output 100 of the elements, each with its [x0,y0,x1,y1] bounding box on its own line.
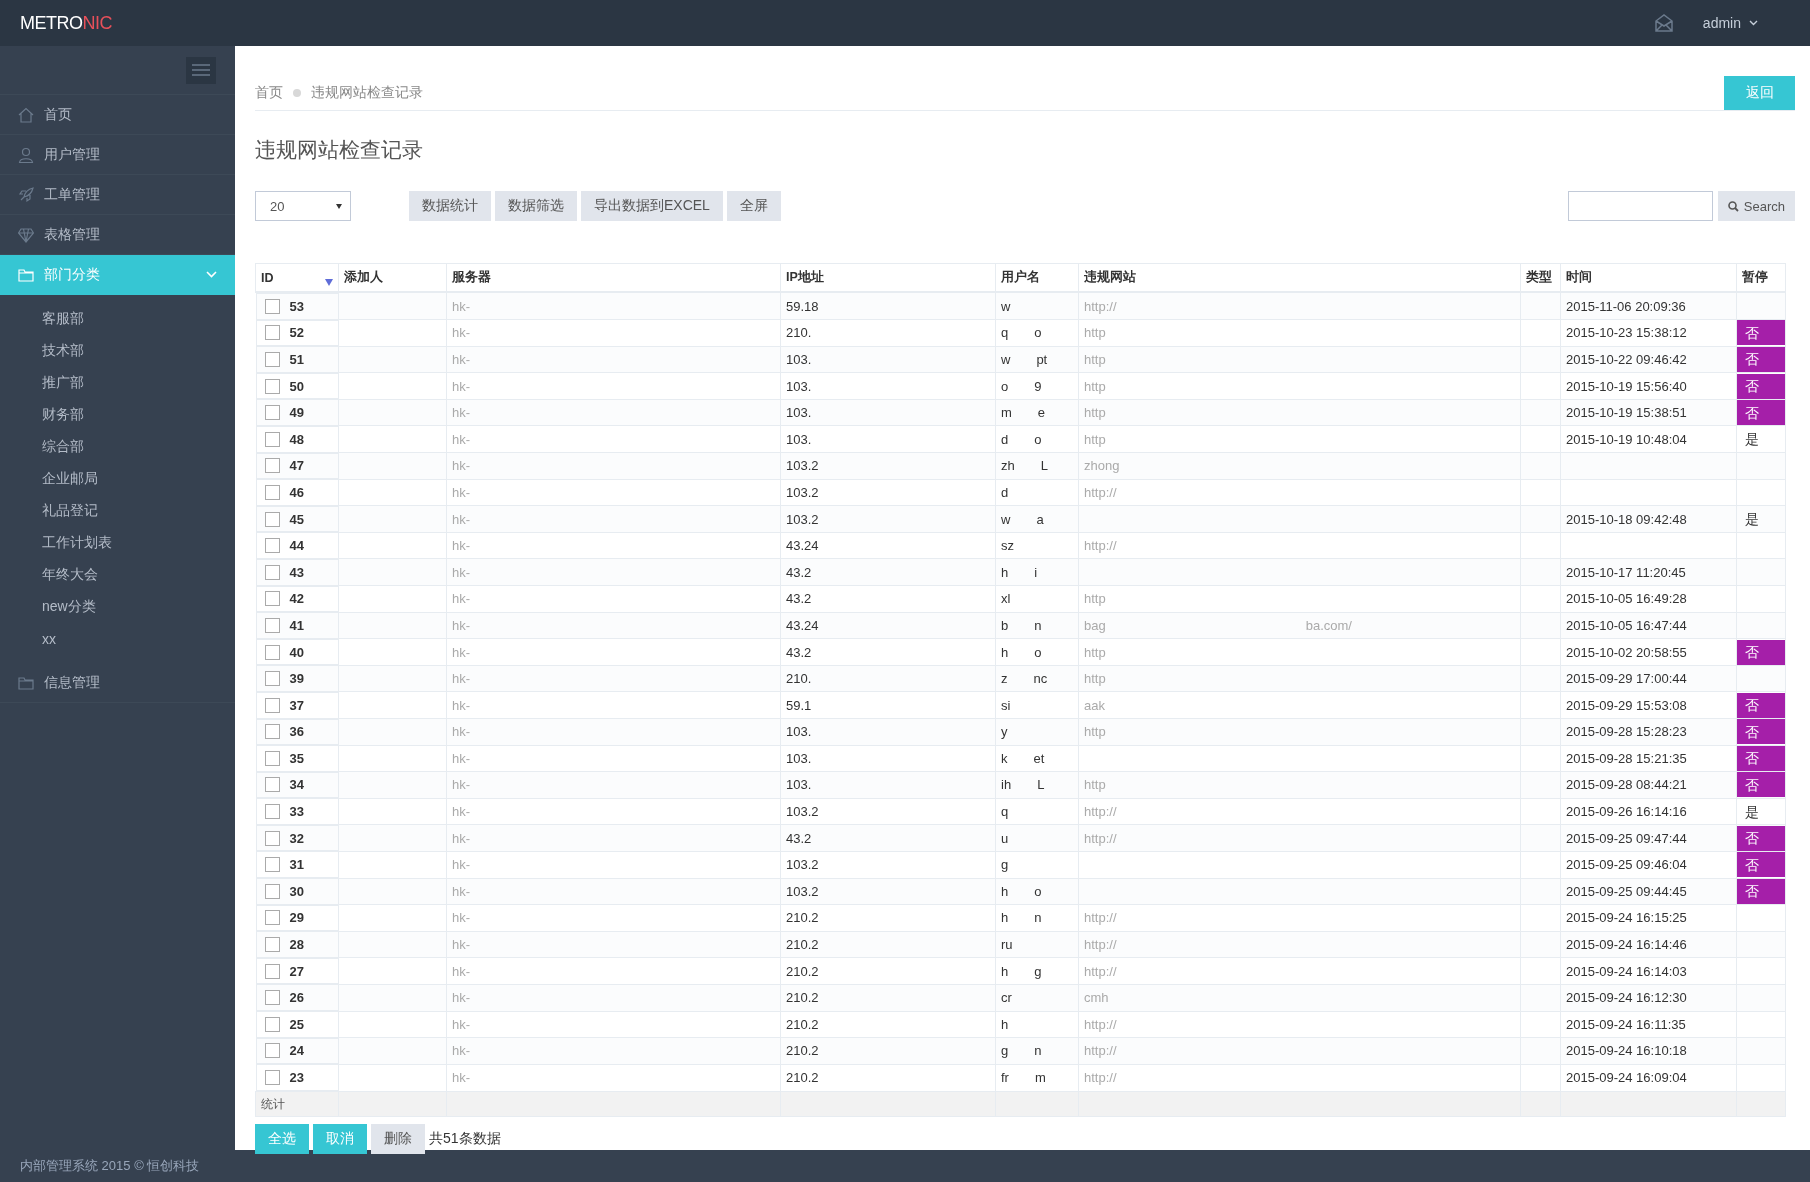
submenu-item[interactable]: 综合部 [0,431,84,463]
action-button[interactable]: 删除 [371,1124,425,1155]
submenu-item[interactable]: 企业邮局 [0,463,98,495]
envelope-icon[interactable] [1654,14,1673,32]
table-cell: m [1001,405,1012,421]
row-checkbox[interactable] [264,990,280,1006]
row-checkbox[interactable] [264,1016,280,1032]
record-count: 共51条数据 [429,1130,501,1149]
table-cell: 52 [289,325,304,341]
menu-icon[interactable] [186,56,216,84]
table-cell: hk- [452,617,471,633]
table-cell: 103. [786,750,812,766]
row-checkbox[interactable] [264,564,280,580]
status-label: 否 [1737,772,1785,798]
table-cell: hk- [452,484,471,500]
user-menu[interactable]: admin [1702,15,1758,31]
row-checkbox[interactable] [264,298,280,314]
row-checkbox[interactable] [264,458,280,474]
submenu-item[interactable]: xx [0,623,56,655]
table-cell: 2015-11-06 20:09:36 [1566,298,1686,314]
table-cell: hk- [452,724,471,740]
page-size-select[interactable]: 20 [255,191,351,221]
table-cell: 43 [289,564,304,580]
row-checkbox[interactable] [264,617,280,633]
status-label: 否 [1737,347,1785,372]
row-checkbox[interactable] [264,777,280,793]
table-cell: 40 [289,644,304,660]
submenu-item[interactable]: 工作计划表 [0,527,112,559]
row-checkbox[interactable] [264,484,280,500]
toolbar-button[interactable]: 数据筛选 [495,191,577,221]
table-cell: hk- [452,644,471,660]
table-cell: h [1001,1016,1009,1032]
row-checkbox[interactable] [264,963,280,979]
table-cell: 34 [289,777,304,793]
submenu-item[interactable]: 技术部 [0,335,84,367]
row-checkbox[interactable] [264,697,280,713]
row-checkbox[interactable] [264,883,280,899]
toolbar-button[interactable]: 导出数据到EXCEL [581,191,723,221]
row-checkbox[interactable] [264,325,280,341]
table-cell: http:// [1084,1016,1117,1032]
table-cell: 46 [289,484,304,500]
row-checkbox[interactable] [264,804,280,820]
row-checkbox[interactable] [264,591,280,607]
table-cell: http [1084,644,1106,660]
table-cell: 43.24 [786,538,819,554]
toolbar-button[interactable]: 全屏 [726,191,781,221]
table-cell: 210. [786,671,812,687]
row-checkbox[interactable] [264,830,280,846]
table-cell: 2015-09-28 08:44:21 [1566,777,1687,793]
table-cell: o [1034,644,1042,660]
breadcrumb-link[interactable]: 首页 [255,84,283,102]
table-cell: hk- [452,511,471,527]
table-cell: 2015-09-24 16:10:18 [1566,1043,1687,1059]
status-label: 是 [1744,510,1760,530]
logo: METRONIC [20,12,112,34]
row-checkbox[interactable] [264,405,280,421]
row-checkbox[interactable] [264,1043,280,1059]
table-cell: 103.2 [786,804,819,820]
table-cell: o [1034,431,1042,447]
table-cell: 26 [289,990,304,1006]
submenu-item[interactable]: 礼品登记 [0,495,98,527]
toolbar-button[interactable]: 数据统计 [409,191,491,221]
row-checkbox[interactable] [264,671,280,687]
folder-icon [18,266,34,283]
row-checkbox[interactable] [264,910,280,926]
table-cell: 2015-09-29 15:53:08 [1566,697,1687,713]
row-checkbox[interactable] [264,724,280,740]
row-checkbox[interactable] [264,857,280,873]
home-icon [18,106,34,123]
submenu-item[interactable]: new分类 [0,591,96,623]
row-checkbox[interactable] [264,644,280,660]
table-cell: http:// [1084,484,1117,500]
row-checkbox[interactable] [264,538,280,554]
submenu-item[interactable]: 客服部 [0,303,84,335]
table-cell: hk- [452,298,471,314]
table-cell: 43.2 [786,564,812,580]
table-cell: 2015-09-29 17:00:44 [1566,671,1687,687]
table-cell: sz [1001,538,1014,554]
table-cell: 2015-09-24 16:14:46 [1566,937,1687,953]
table-cell: n [1034,910,1042,926]
row-checkbox[interactable] [264,378,280,394]
row-checkbox[interactable] [264,511,280,527]
row-checkbox[interactable] [264,1070,280,1085]
submenu-item[interactable]: 年终大会 [0,559,98,591]
submenu-item[interactable]: 推广部 [0,367,84,399]
table-cell: 2015-09-24 16:14:03 [1566,963,1687,979]
breadcrumb-link[interactable]: 违规网站检查记录 [311,84,423,102]
row-checkbox[interactable] [264,750,280,766]
submenu-item[interactable]: 财务部 [0,399,84,431]
row-checkbox[interactable] [264,352,280,367]
row-checkbox[interactable] [264,937,280,953]
row-checkbox[interactable] [264,431,280,447]
dropdown-arrow-icon [336,203,342,209]
table-cell: 43.24 [786,617,819,633]
table-cell: n [1034,617,1042,633]
sort-icon[interactable] [325,279,333,286]
table-cell: 2015-09-24 16:15:25 [1566,910,1687,926]
search-field[interactable] [1567,191,1713,221]
search-button[interactable]: Search [1717,191,1795,221]
table-cell: http [1084,777,1106,793]
